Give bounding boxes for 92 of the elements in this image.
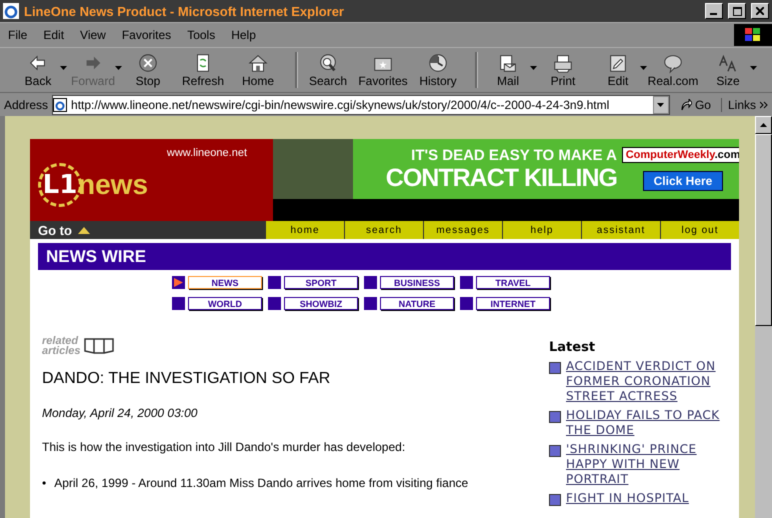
maximize-button[interactable] xyxy=(728,3,746,19)
bullet-icon xyxy=(549,494,561,506)
article-date: Monday, April 24, 2000 03:00 xyxy=(42,406,198,420)
up-arrow-icon[interactable] xyxy=(760,123,767,127)
article-headline: DANDO: THE INVESTIGATION SO FAR xyxy=(42,370,332,388)
caret-icon[interactable] xyxy=(640,66,647,70)
browser-icon xyxy=(3,3,19,19)
bullet-icon xyxy=(549,445,561,457)
window-title: LineOne News Product - Microsoft Internet Explorer xyxy=(24,4,345,18)
nav-link[interactable]: home xyxy=(265,221,344,239)
history-icon[interactable] xyxy=(427,52,449,74)
chevron-icon[interactable] xyxy=(760,100,768,108)
advert-tagline: IT'S DEAD EASY TO MAKE A xyxy=(411,146,617,164)
speech-bubble-icon[interactable] xyxy=(662,52,684,74)
bullet-icon xyxy=(549,362,561,374)
page-icon xyxy=(53,98,68,112)
toolbar-button[interactable]: Real.com xyxy=(649,48,697,92)
nav-link[interactable]: search xyxy=(344,221,423,239)
minimize-button[interactable] xyxy=(705,3,723,19)
category-tab[interactable]: TRAVEL xyxy=(476,276,550,289)
bullet-mark: • xyxy=(42,476,46,490)
address-field[interactable]: http://www.lineone.net/newswire/cgi-bin/newswire.cgi/skynews/uk/story/2000/4/c--2000-4-24-3n9.html xyxy=(52,94,670,114)
site-url: www.lineone.net xyxy=(166,147,247,159)
caret-icon[interactable] xyxy=(750,66,757,70)
dropdown-button[interactable] xyxy=(652,96,669,114)
click-here-button[interactable]: Click Here xyxy=(642,171,724,191)
edit-icon[interactable] xyxy=(607,52,629,74)
category-tab[interactable]: SPORT xyxy=(284,276,358,289)
article-bullet: April 26, 1999 - Around 11.30am Miss Dando arrives home from visiting fiance xyxy=(54,476,468,490)
nav-link[interactable]: messages xyxy=(423,221,502,239)
latest-heading: Latest xyxy=(549,340,596,355)
toolbar-button[interactable]: Favorites xyxy=(359,48,407,92)
news-link[interactable]: ACCIDENT VERDICT ON FORMER CORONATION STREET ACTRESS xyxy=(566,359,729,404)
caret-icon[interactable] xyxy=(657,102,664,106)
caret-icon[interactable] xyxy=(60,66,67,70)
category-tab[interactable]: WORLD xyxy=(188,297,262,310)
menu-item[interactable]: File xyxy=(0,28,36,42)
toolbar-button[interactable]: Print xyxy=(539,48,587,92)
bullet-icon xyxy=(364,297,377,310)
toolbar-button[interactable]: Stop xyxy=(124,48,172,92)
printer-icon[interactable] xyxy=(552,52,574,74)
bullet-icon xyxy=(172,297,185,310)
bullet-icon xyxy=(364,276,377,289)
category-tab[interactable]: SHOWBIZ xyxy=(284,297,358,310)
toolbar-button[interactable]: Size xyxy=(704,48,752,92)
toolbar-button[interactable]: Refresh xyxy=(179,48,227,92)
search-icon[interactable] xyxy=(317,52,339,74)
nav-link[interactable]: help xyxy=(502,221,581,239)
maximize-icon[interactable] xyxy=(732,6,742,16)
bullet-icon xyxy=(460,276,473,289)
category-tab[interactable]: NATURE xyxy=(380,297,454,310)
menu-item[interactable]: Help xyxy=(223,28,264,42)
toolbar-button[interactable]: Edit xyxy=(594,48,642,92)
menu-item[interactable]: Edit xyxy=(35,28,72,42)
go-arrow-icon[interactable] xyxy=(680,98,692,110)
toolbar-button[interactable]: Mail xyxy=(484,48,532,92)
menu-item[interactable]: Tools xyxy=(179,28,224,42)
toolbar-button[interactable]: Home xyxy=(234,48,282,92)
go-button[interactable]: Go xyxy=(674,98,717,112)
category-tab[interactable]: NEWS xyxy=(188,276,262,289)
windows-logo-icon xyxy=(734,24,772,46)
address-label: Address xyxy=(4,98,48,112)
article-intro: This is how the investigation into Jill Dando's murder has developed: xyxy=(42,440,406,454)
category-tab[interactable]: INTERNET xyxy=(476,297,550,310)
news-link[interactable]: FIGHT IN HOSPITAL xyxy=(566,491,689,506)
stop-icon[interactable] xyxy=(137,52,159,74)
mail-icon[interactable] xyxy=(497,52,519,74)
news-link[interactable]: HOLIDAY FAILS TO PACK THE DOME xyxy=(566,408,729,438)
nav-link[interactable]: assistant xyxy=(581,221,660,239)
toolbar-button[interactable]: Back xyxy=(14,48,62,92)
pages-icon[interactable] xyxy=(84,337,114,355)
goto-menu[interactable]: Go to xyxy=(30,221,265,239)
caret-icon[interactable] xyxy=(530,66,537,70)
bullet-icon xyxy=(268,276,281,289)
triangle-icon[interactable] xyxy=(78,226,90,234)
menu-item[interactable]: View xyxy=(72,28,114,42)
bullet-icon xyxy=(268,297,281,310)
advert-headline: CONTRACT KILLING xyxy=(386,164,617,192)
toolbar-button[interactable]: History xyxy=(414,48,462,92)
close-button[interactable] xyxy=(751,3,769,19)
pointer-icon xyxy=(172,276,185,289)
nav-link[interactable]: log out xyxy=(660,221,739,239)
bullet-icon xyxy=(549,411,561,423)
bullet-icon xyxy=(460,297,473,310)
category-tab[interactable]: BUSINESS xyxy=(380,276,454,289)
news-link[interactable]: 'SHRINKING' PRINCE HAPPY WITH NEW PORTRAIT xyxy=(566,442,729,487)
toolbar-button[interactable]: Search xyxy=(304,48,352,92)
section-title: NEWS WIRE xyxy=(38,243,731,270)
close-icon[interactable] xyxy=(756,7,764,15)
menu-item[interactable]: Favorites xyxy=(114,28,180,42)
links-button[interactable]: Links xyxy=(720,98,756,112)
font-size-icon[interactable] xyxy=(717,52,739,74)
